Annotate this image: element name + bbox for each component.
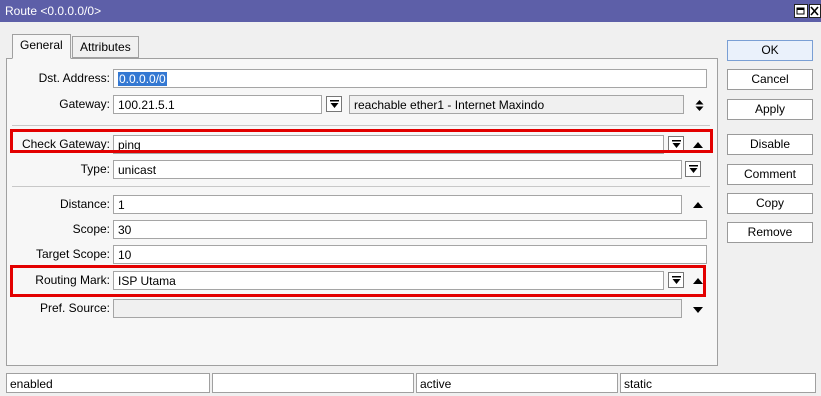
window-title: Route <0.0.0.0/0> [5,4,102,18]
highlight-routing-mark [10,265,706,297]
collapse-up-icon[interactable] [690,198,704,212]
expand-down-icon[interactable] [690,303,704,317]
status-static: static [620,373,816,393]
title-bar: Route <0.0.0.0/0> [0,0,821,22]
scope-label: Scope: [72,222,110,236]
restore-window-icon[interactable] [794,4,808,18]
apply-button[interactable]: Apply [727,99,813,120]
type-dropdown-icon[interactable] [685,161,701,177]
gateway-dropdown-icon[interactable] [326,96,342,112]
status-empty [212,373,414,393]
target-scope-input[interactable]: 10 [113,245,707,264]
dst-address-label: Dst. Address: [38,71,110,85]
separator [12,186,710,187]
ok-button[interactable]: OK [727,40,813,61]
type-input[interactable]: unicast [113,160,682,179]
gateway-status: reachable ether1 - Internet Maxindo [349,95,684,114]
highlight-check-gateway [10,129,713,153]
pref-source-input[interactable] [113,299,682,318]
tab-general[interactable]: General [12,34,71,59]
separator [12,125,710,126]
type-label: Type: [80,162,110,176]
close-icon[interactable] [809,4,821,18]
dst-address-value: 0.0.0.0/0 [118,72,167,86]
disable-button[interactable]: Disable [727,134,813,155]
status-bar: enabled active static [6,373,816,393]
gateway-input[interactable]: 100.21.5.1 [113,95,322,114]
tab-attributes[interactable]: Attributes [72,36,139,58]
status-active: active [416,373,618,393]
up-down-spinner-icon[interactable] [692,97,706,111]
remove-button[interactable]: Remove [727,222,813,243]
distance-input[interactable]: 1 [113,195,682,214]
scope-input[interactable]: 30 [113,220,707,239]
pref-source-label: Pref. Source: [39,301,110,315]
distance-label: Distance: [59,197,110,211]
status-enabled: enabled [6,373,210,393]
comment-button[interactable]: Comment [727,164,813,185]
cancel-button[interactable]: Cancel [727,69,813,90]
gateway-label: Gateway: [59,97,110,111]
copy-button[interactable]: Copy [727,193,813,214]
target-scope-label: Target Scope: [35,247,110,261]
dst-address-input[interactable]: 0.0.0.0/0 [113,69,707,88]
